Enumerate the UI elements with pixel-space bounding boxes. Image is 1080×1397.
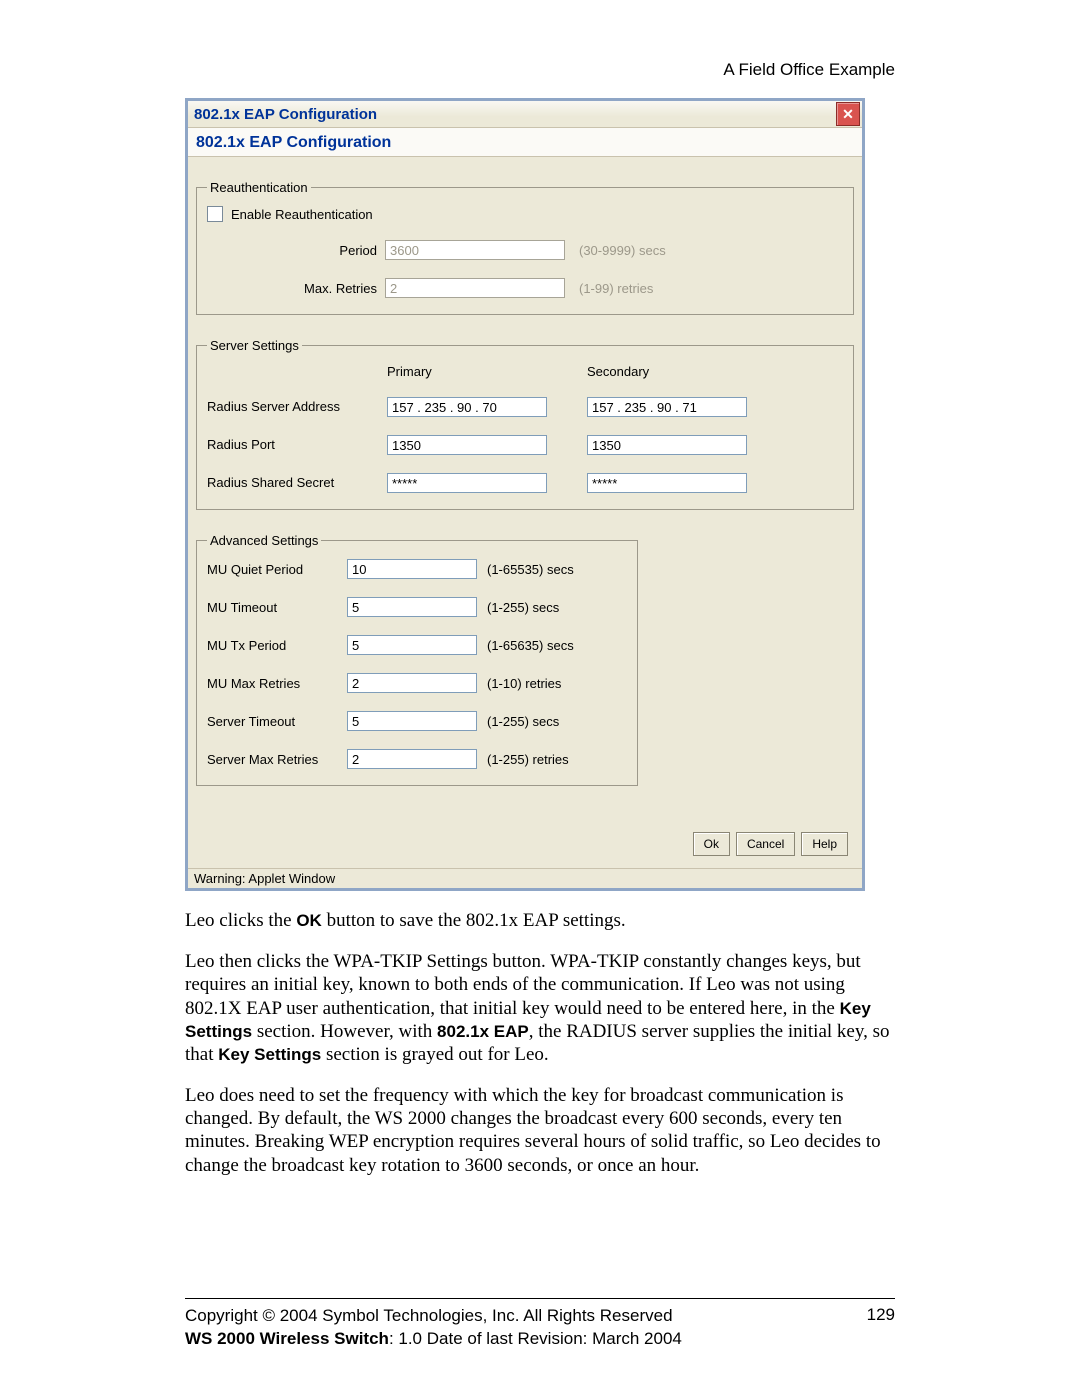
- dialog-heading: 802.1x EAP Configuration: [188, 128, 862, 157]
- radius-secret-label: Radius Shared Secret: [207, 473, 387, 493]
- server-max-retries-label: Server Max Retries: [207, 752, 347, 767]
- advanced-settings-group: Advanced Settings MU Quiet Period 10 (1-…: [196, 540, 638, 786]
- enable-reauth-label: Enable Reauthentication: [231, 207, 373, 222]
- reauth-legend: Reauthentication: [207, 180, 311, 195]
- footer-product: WS 2000 Wireless Switch: 1.0 Date of las…: [185, 1328, 682, 1351]
- mu-max-retries-label: MU Max Retries: [207, 676, 347, 691]
- eap-config-dialog: 802.1x EAP Configuration ✕ 802.1x EAP Co…: [185, 98, 865, 891]
- body-paragraph-3: Leo does need to set the frequency with …: [185, 1084, 895, 1177]
- body-paragraph-2: Leo then clicks the WPA-TKIP Settings bu…: [185, 950, 895, 1066]
- footer-copyright: Copyright © 2004 Symbol Technologies, In…: [185, 1305, 682, 1328]
- server-timeout-input[interactable]: 5: [347, 711, 477, 731]
- radius-port-label: Radius Port: [207, 435, 387, 455]
- mu-quiet-label: MU Quiet Period: [207, 562, 347, 577]
- radius-address-secondary-input[interactable]: 157 . 235 . 90 . 71: [587, 397, 747, 417]
- mu-timeout-hint: (1-255) secs: [487, 600, 617, 615]
- radius-address-primary-input[interactable]: 157 . 235 . 90 . 70: [387, 397, 547, 417]
- mu-quiet-input[interactable]: 10: [347, 559, 477, 579]
- mu-max-retries-hint: (1-10) retries: [487, 676, 617, 691]
- titlebar-text: 802.1x EAP Configuration: [194, 106, 377, 123]
- mu-tx-label: MU Tx Period: [207, 638, 347, 653]
- radius-port-secondary-input[interactable]: 1350: [587, 435, 747, 455]
- reauthentication-group: Reauthentication Enable Reauthentication…: [196, 187, 854, 315]
- mu-quiet-hint: (1-65535) secs: [487, 562, 617, 577]
- mu-max-retries-input[interactable]: 2: [347, 673, 477, 693]
- max-retries-input[interactable]: 2: [385, 278, 565, 298]
- period-label: Period: [207, 243, 385, 258]
- dialog-buttons: Ok Cancel Help: [196, 816, 854, 862]
- server-max-retries-input[interactable]: 2: [347, 749, 477, 769]
- page-header: A Field Office Example: [185, 60, 895, 80]
- dialog-body: 802.1x EAP Configuration Reauthenticatio…: [188, 128, 862, 888]
- radius-secret-secondary-input[interactable]: *****: [587, 473, 747, 493]
- ok-button[interactable]: Ok: [693, 832, 730, 856]
- advanced-legend: Advanced Settings: [207, 533, 321, 548]
- radius-port-primary-input[interactable]: 1350: [387, 435, 547, 455]
- statusbar: Warning: Applet Window: [188, 868, 862, 888]
- radius-secret-primary-input[interactable]: *****: [387, 473, 547, 493]
- close-icon[interactable]: ✕: [836, 102, 860, 126]
- page-number: 129: [867, 1305, 895, 1351]
- period-hint: (30-9999) secs: [565, 243, 739, 258]
- max-retries-label: Max. Retries: [207, 281, 385, 296]
- body-paragraph-1: Leo clicks the OK button to save the 802…: [185, 909, 895, 932]
- primary-header: Primary: [387, 364, 587, 379]
- mu-timeout-label: MU Timeout: [207, 600, 347, 615]
- page-footer: Copyright © 2004 Symbol Technologies, In…: [185, 1298, 895, 1351]
- mu-tx-hint: (1-65635) secs: [487, 638, 617, 653]
- server-timeout-label: Server Timeout: [207, 714, 347, 729]
- mu-tx-input[interactable]: 5: [347, 635, 477, 655]
- server-legend: Server Settings: [207, 338, 302, 353]
- max-retries-hint: (1-99) retries: [565, 281, 739, 296]
- help-button[interactable]: Help: [801, 832, 848, 856]
- mu-timeout-input[interactable]: 5: [347, 597, 477, 617]
- cancel-button[interactable]: Cancel: [736, 832, 795, 856]
- radius-address-label: Radius Server Address: [207, 397, 387, 417]
- server-max-retries-hint: (1-255) retries: [487, 752, 617, 767]
- server-timeout-hint: (1-255) secs: [487, 714, 617, 729]
- titlebar: 802.1x EAP Configuration ✕: [188, 101, 862, 128]
- server-settings-group: Server Settings Primary Secondary Radius…: [196, 345, 854, 510]
- enable-reauth-checkbox[interactable]: [207, 206, 223, 222]
- secondary-header: Secondary: [587, 364, 787, 379]
- period-input[interactable]: 3600: [385, 240, 565, 260]
